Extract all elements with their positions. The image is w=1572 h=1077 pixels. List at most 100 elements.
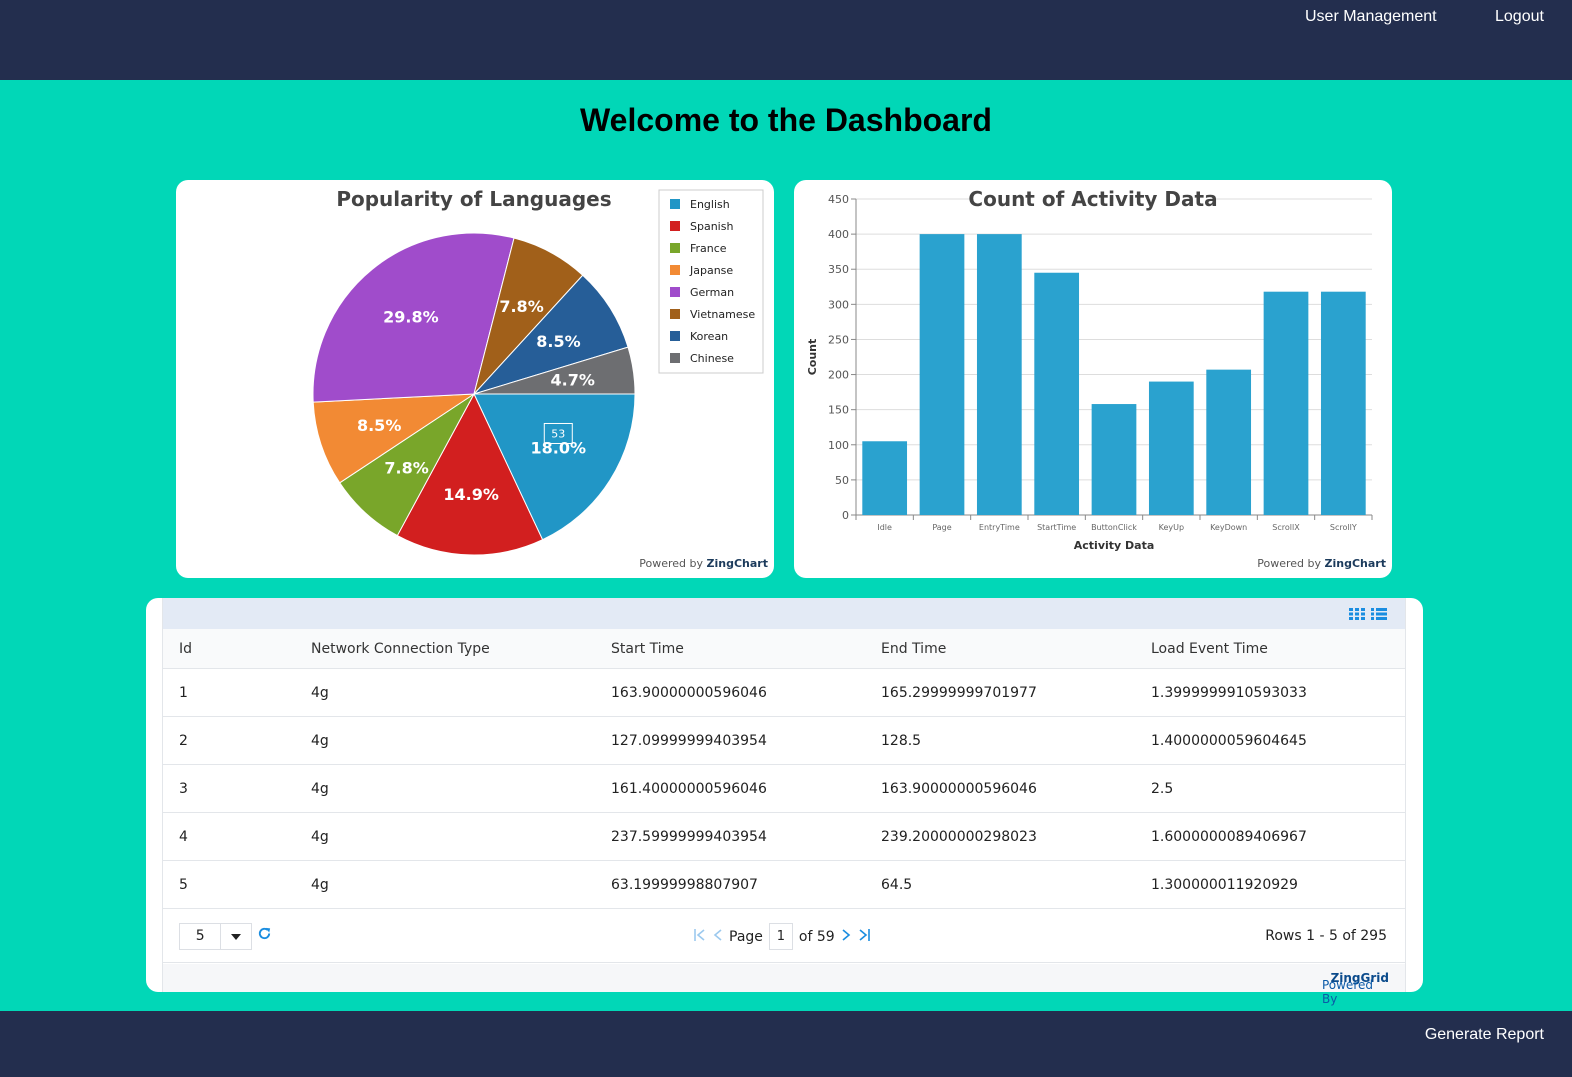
cell-id: 1 <box>179 684 188 701</box>
zingchart-credit[interactable]: Powered by ZingChart <box>1257 557 1386 570</box>
column-header-start-time[interactable]: Start Time <box>595 641 865 657</box>
previous-page-icon[interactable] <box>713 928 723 945</box>
legend-item-korean: Korean <box>690 330 728 343</box>
page-title: Welcome to the Dashboard <box>580 102 992 138</box>
bar-xtick-label: Idle <box>877 523 892 532</box>
bar-buttonclick <box>1091 404 1137 515</box>
column-header-end-time[interactable]: End Time <box>865 641 1135 657</box>
legend-item-japanse: Japanse <box>689 264 733 277</box>
table-row[interactable]: 1 4g 163.90000000596046 165.299999997019… <box>163 669 1405 717</box>
pie-slice-label: 14.9% <box>443 485 499 504</box>
cell-network-type: 4g <box>311 780 329 797</box>
zingchart-credit-brand: ZingChart <box>1324 557 1386 570</box>
generate-report-button[interactable]: Generate Report <box>1425 1026 1544 1044</box>
pie-slice-label: 7.8% <box>384 459 428 478</box>
cell-load-event-time: 1.300000011920929 <box>1151 876 1298 893</box>
bar-scrolly <box>1320 291 1366 515</box>
legend-item-chinese: Chinese <box>690 352 734 365</box>
cell-network-type: 4g <box>311 684 329 701</box>
cell-start-time: 237.59999999403954 <box>611 828 767 845</box>
grid-footer: Powered By ZingGrid <box>163 964 1405 1006</box>
pie-slice-label: 4.7% <box>551 370 595 389</box>
zingchart-credit-brand: ZingChart <box>706 557 768 570</box>
legend-swatch-chinese <box>670 353 680 363</box>
list-view-icon[interactable] <box>1371 607 1387 625</box>
legend-swatch-vietnamese <box>670 309 680 319</box>
cell-start-time: 127.09999999403954 <box>611 732 767 749</box>
legend-swatch-korean <box>670 331 680 341</box>
bar-ytick-label: 0 <box>842 509 849 522</box>
bar-xtick-label: EntryTime <box>979 523 1020 532</box>
cell-load-event-time: 1.4000000059604645 <box>1151 732 1307 749</box>
column-header-id[interactable]: Id <box>163 641 295 657</box>
zingchart-credit[interactable]: Powered by ZingChart <box>639 557 768 570</box>
next-page-icon[interactable] <box>841 928 851 945</box>
activity-bar-card: 0 50 100 150 200 250 300 350 400 450 Count of Acti… <box>794 180 1392 578</box>
bar-ytick-label: 400 <box>828 228 849 241</box>
refresh-icon[interactable] <box>257 926 272 945</box>
top-navbar: User Management Logout <box>0 0 1572 80</box>
table-row[interactable]: 5 4g 63.19999998807907 64.5 1.3000000119… <box>163 861 1405 909</box>
page-number-input[interactable]: 1 <box>768 923 793 950</box>
table-row[interactable]: 2 4g 127.09999999403954 128.5 1.40000000… <box>163 717 1405 765</box>
last-page-icon[interactable] <box>857 928 871 945</box>
zinggrid-credit[interactable]: Powered By ZingGrid <box>1322 971 1389 1006</box>
page-size-select[interactable]: 5 <box>179 923 252 950</box>
cell-end-time: 165.29999999701977 <box>881 684 1037 701</box>
cell-end-time: 239.20000000298023 <box>881 828 1037 845</box>
bar-starttime <box>1034 272 1080 515</box>
first-page-icon[interactable] <box>693 928 707 945</box>
cell-id: 2 <box>179 732 188 749</box>
bar-ytick-label: 450 <box>828 193 849 206</box>
bar-ytick-label: 250 <box>828 333 849 346</box>
nav-logout-link[interactable]: Logout <box>1495 8 1544 26</box>
legend-swatch-japanse <box>670 265 680 275</box>
languages-pie-card: Popularity of Languages 18.0% 53 14.9% 7.8% 8… <box>176 180 774 578</box>
bar-idle <box>862 441 908 515</box>
bar-ytick-label: 200 <box>828 369 849 382</box>
grid-view-icon[interactable] <box>1349 607 1365 625</box>
cell-load-event-time: 1.3999999910593033 <box>1151 684 1307 701</box>
cell-id: 5 <box>179 876 188 893</box>
cell-end-time: 128.5 <box>881 732 922 749</box>
bar-xtick-label: ScrollY <box>1330 523 1357 532</box>
cell-load-event-time: 1.6000000089406967 <box>1151 828 1307 845</box>
grid-pager: 5 Page 1 of 59 Rows 1 - 5 of 295 <box>163 909 1405 963</box>
bar-ytick-label: 100 <box>828 439 849 452</box>
bar-xtick-label: StartTime <box>1037 523 1076 532</box>
caret-down-icon[interactable] <box>221 924 251 949</box>
legend-swatch-france <box>670 243 680 253</box>
cell-network-type: 4g <box>311 732 329 749</box>
page-navigation: Page 1 of 59 <box>693 923 871 950</box>
column-header-network-connection-type[interactable]: Network Connection Type <box>295 641 595 657</box>
zinggrid-credit-prefix: Powered By <box>1321 978 1373 1006</box>
pie-legend <box>658 189 764 374</box>
cell-start-time: 163.90000000596046 <box>611 684 767 701</box>
pie-slice-label: 7.8% <box>499 297 543 316</box>
legend-swatch-spanish <box>670 221 680 231</box>
bar-entrytime <box>976 234 1022 515</box>
bottom-bar: Generate Report <box>0 1011 1572 1077</box>
page-label: Page <box>729 928 763 945</box>
cell-start-time: 63.19999998807907 <box>611 876 758 893</box>
nav-user-management-link[interactable]: User Management <box>1305 8 1437 26</box>
grid-toolbar <box>163 598 1405 629</box>
grid-header-row: Id Network Connection Type Start Time En… <box>163 629 1405 669</box>
bar-scrollx <box>1263 291 1309 515</box>
page-total: of 59 <box>798 928 835 945</box>
table-row[interactable]: 4 4g 237.59999999403954 239.200000002980… <box>163 813 1405 861</box>
bar-ylabel: Count <box>806 339 819 376</box>
bar-page <box>919 234 965 515</box>
zingchart-credit-prefix: Powered by <box>1257 557 1325 570</box>
cell-id: 3 <box>179 780 188 797</box>
page-size-value: 5 <box>180 924 222 949</box>
bar-ytick-label: 300 <box>828 298 849 311</box>
table-row[interactable]: 3 4g 161.40000000596046 163.900000005960… <box>163 765 1405 813</box>
bar-xtick-label: ButtonClick <box>1091 523 1137 532</box>
pie-slice-label: 29.8% <box>383 308 439 327</box>
bar-xtick-label: Page <box>932 523 951 532</box>
languages-pie-chart: Popularity of Languages 18.0%53 14.9% 7.8% 8… <box>312 187 764 556</box>
pie-slice-label: 8.5% <box>357 416 401 435</box>
column-header-load-event-time[interactable]: Load Event Time <box>1135 641 1405 657</box>
bar-ytick-label: 50 <box>835 474 849 487</box>
